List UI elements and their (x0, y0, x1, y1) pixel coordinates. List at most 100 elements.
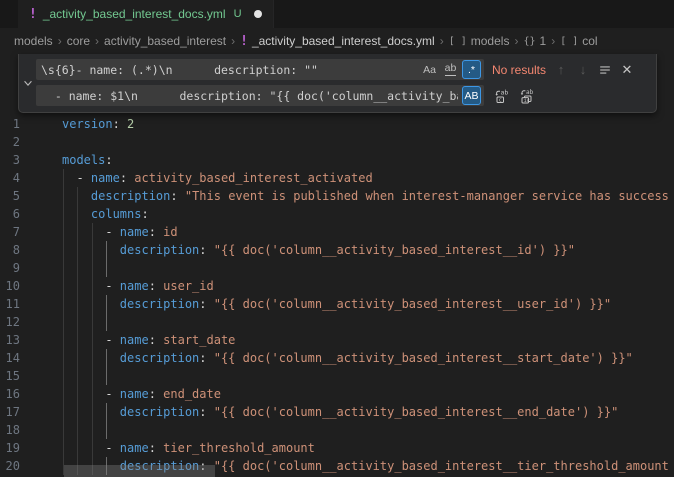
code-line[interactable]: 7 - name: id (0, 223, 674, 241)
replace-row: AB ab c ab (36, 85, 650, 106)
code-line[interactable]: 10 - name: user_id (0, 277, 674, 295)
indent-guide (77, 241, 78, 259)
code-token: end_date (163, 387, 221, 401)
code-line[interactable]: 15 (0, 367, 674, 385)
breadcrumb-item[interactable]: activity_based_interest (104, 34, 226, 48)
next-match-button[interactable]: ↓ (572, 60, 594, 80)
find-in-selection-button[interactable] (594, 60, 616, 80)
code-line[interactable]: 6 columns: (0, 205, 674, 223)
svg-text:c: c (499, 97, 502, 103)
code-token: "{{ doc('column__activity_based_interest… (214, 351, 633, 365)
line-number: 6 (0, 205, 20, 223)
modified-dot-icon[interactable] (254, 10, 262, 18)
preserve-case-button[interactable]: AB (462, 86, 481, 105)
breadcrumb-item[interactable]: !_activity_based_interest_docs.yml (240, 34, 435, 49)
code-token: description (120, 297, 199, 311)
replace-input[interactable] (36, 85, 484, 106)
line-number: 7 (0, 223, 20, 241)
indent-guide (63, 439, 64, 457)
indent-guide (77, 367, 78, 385)
breadcrumb-item[interactable]: models (14, 34, 53, 48)
code-token: : (149, 225, 163, 239)
svg-text:ab: ab (526, 89, 534, 96)
indent-guide (77, 349, 78, 367)
code-token: description (120, 243, 199, 257)
active-indent-guide (106, 421, 107, 439)
find-input[interactable] (36, 59, 484, 80)
indent-guide (63, 223, 64, 241)
tab-active[interactable]: ! _activity_based_interest_docs.yml U (18, 0, 274, 28)
code-line[interactable]: 5 description: "This event is published … (0, 187, 674, 205)
breadcrumb-item[interactable]: {}1 (523, 34, 546, 48)
indent-guide (63, 241, 64, 259)
previous-match-button[interactable]: ↑ (550, 60, 572, 80)
use-regex-button[interactable]: .* (462, 60, 481, 79)
replace-all-icon: ab ic (520, 88, 536, 104)
code-line[interactable]: 14 description: "{{ doc('column__activit… (0, 349, 674, 367)
indent-guide (63, 169, 64, 187)
replace-button[interactable]: ab c (492, 86, 514, 106)
line-number: 19 (0, 439, 20, 457)
indent-guide (92, 421, 93, 439)
code-token: : (149, 333, 163, 347)
svg-text:ab: ab (501, 88, 509, 96)
line-content: description: "This event is published wh… (62, 187, 669, 205)
replace-input-wrap: AB (36, 85, 484, 106)
code-line[interactable]: 3models: (0, 151, 674, 169)
breadcrumb-label: col (582, 34, 597, 48)
code-line[interactable]: 4 - name: activity_based_interest_activa… (0, 169, 674, 187)
line-number: 16 (0, 385, 20, 403)
line-number: 10 (0, 277, 20, 295)
code-line[interactable]: 17 description: "{{ doc('column__activit… (0, 403, 674, 421)
active-indent-guide (106, 313, 107, 331)
line-content: description: "{{ doc('column__activity_b… (62, 349, 633, 367)
active-indent-guide (106, 241, 107, 259)
breadcrumb-label: 1 (540, 34, 547, 48)
indent-guide (92, 349, 93, 367)
code-line[interactable]: 1version: 2 (0, 115, 674, 133)
code-token: : (105, 153, 112, 167)
tab-bar: ! _activity_based_interest_docs.yml U (0, 0, 674, 28)
indent-guide (63, 331, 64, 349)
code-line[interactable]: 16 - name: end_date (0, 385, 674, 403)
indent-guide (92, 259, 93, 277)
breadcrumb-item[interactable]: [ ]col (560, 34, 597, 48)
replace-all-button[interactable]: ab ic (517, 86, 539, 106)
indent-guide (77, 295, 78, 313)
indent-guide (77, 403, 78, 421)
indent-guide (63, 277, 64, 295)
breadcrumb-item[interactable]: core (67, 34, 90, 48)
horizontal-scrollbar-thumb[interactable] (64, 465, 215, 477)
whole-word-button[interactable]: ab (441, 60, 460, 79)
code-line[interactable]: 19 - name: tier_threshold_amount (0, 439, 674, 457)
code-token: version (62, 117, 113, 131)
breadcrumb-item[interactable]: [ ]models (449, 34, 510, 48)
editor-pane[interactable]: 1version: 223models:4 - name: activity_b… (0, 54, 674, 477)
code-line[interactable]: 12 (0, 313, 674, 331)
close-find-button[interactable]: ✕ (616, 60, 638, 80)
indent-guide (92, 367, 93, 385)
indent-guide (63, 349, 64, 367)
code-token: columns (91, 207, 142, 221)
indent-guide (63, 421, 64, 439)
line-content: - name: tier_threshold_amount (62, 439, 315, 457)
preserve-case-icon: AB (464, 90, 478, 102)
code-line[interactable]: 9 (0, 259, 674, 277)
line-content: models: (62, 151, 113, 169)
code-token: name (120, 441, 149, 455)
chevron-down-icon (22, 77, 34, 89)
line-content: description: "{{ doc('column__activity_b… (62, 241, 575, 259)
indent-guide (92, 241, 93, 259)
toggle-replace-button[interactable] (19, 59, 36, 106)
chevron-right-icon: › (231, 34, 235, 48)
active-indent-guide (106, 259, 107, 277)
code-line[interactable]: 13 - name: start_date (0, 331, 674, 349)
code-line[interactable]: 8 description: "{{ doc('column__activity… (0, 241, 674, 259)
code-line[interactable]: 18 (0, 421, 674, 439)
code-token: description (91, 189, 170, 203)
indent-guide (92, 277, 93, 295)
code-line[interactable]: 11 description: "{{ doc('column__activit… (0, 295, 674, 313)
match-case-button[interactable]: Aa (420, 60, 439, 79)
code-line[interactable]: 2 (0, 133, 674, 151)
indent-guide (92, 403, 93, 421)
